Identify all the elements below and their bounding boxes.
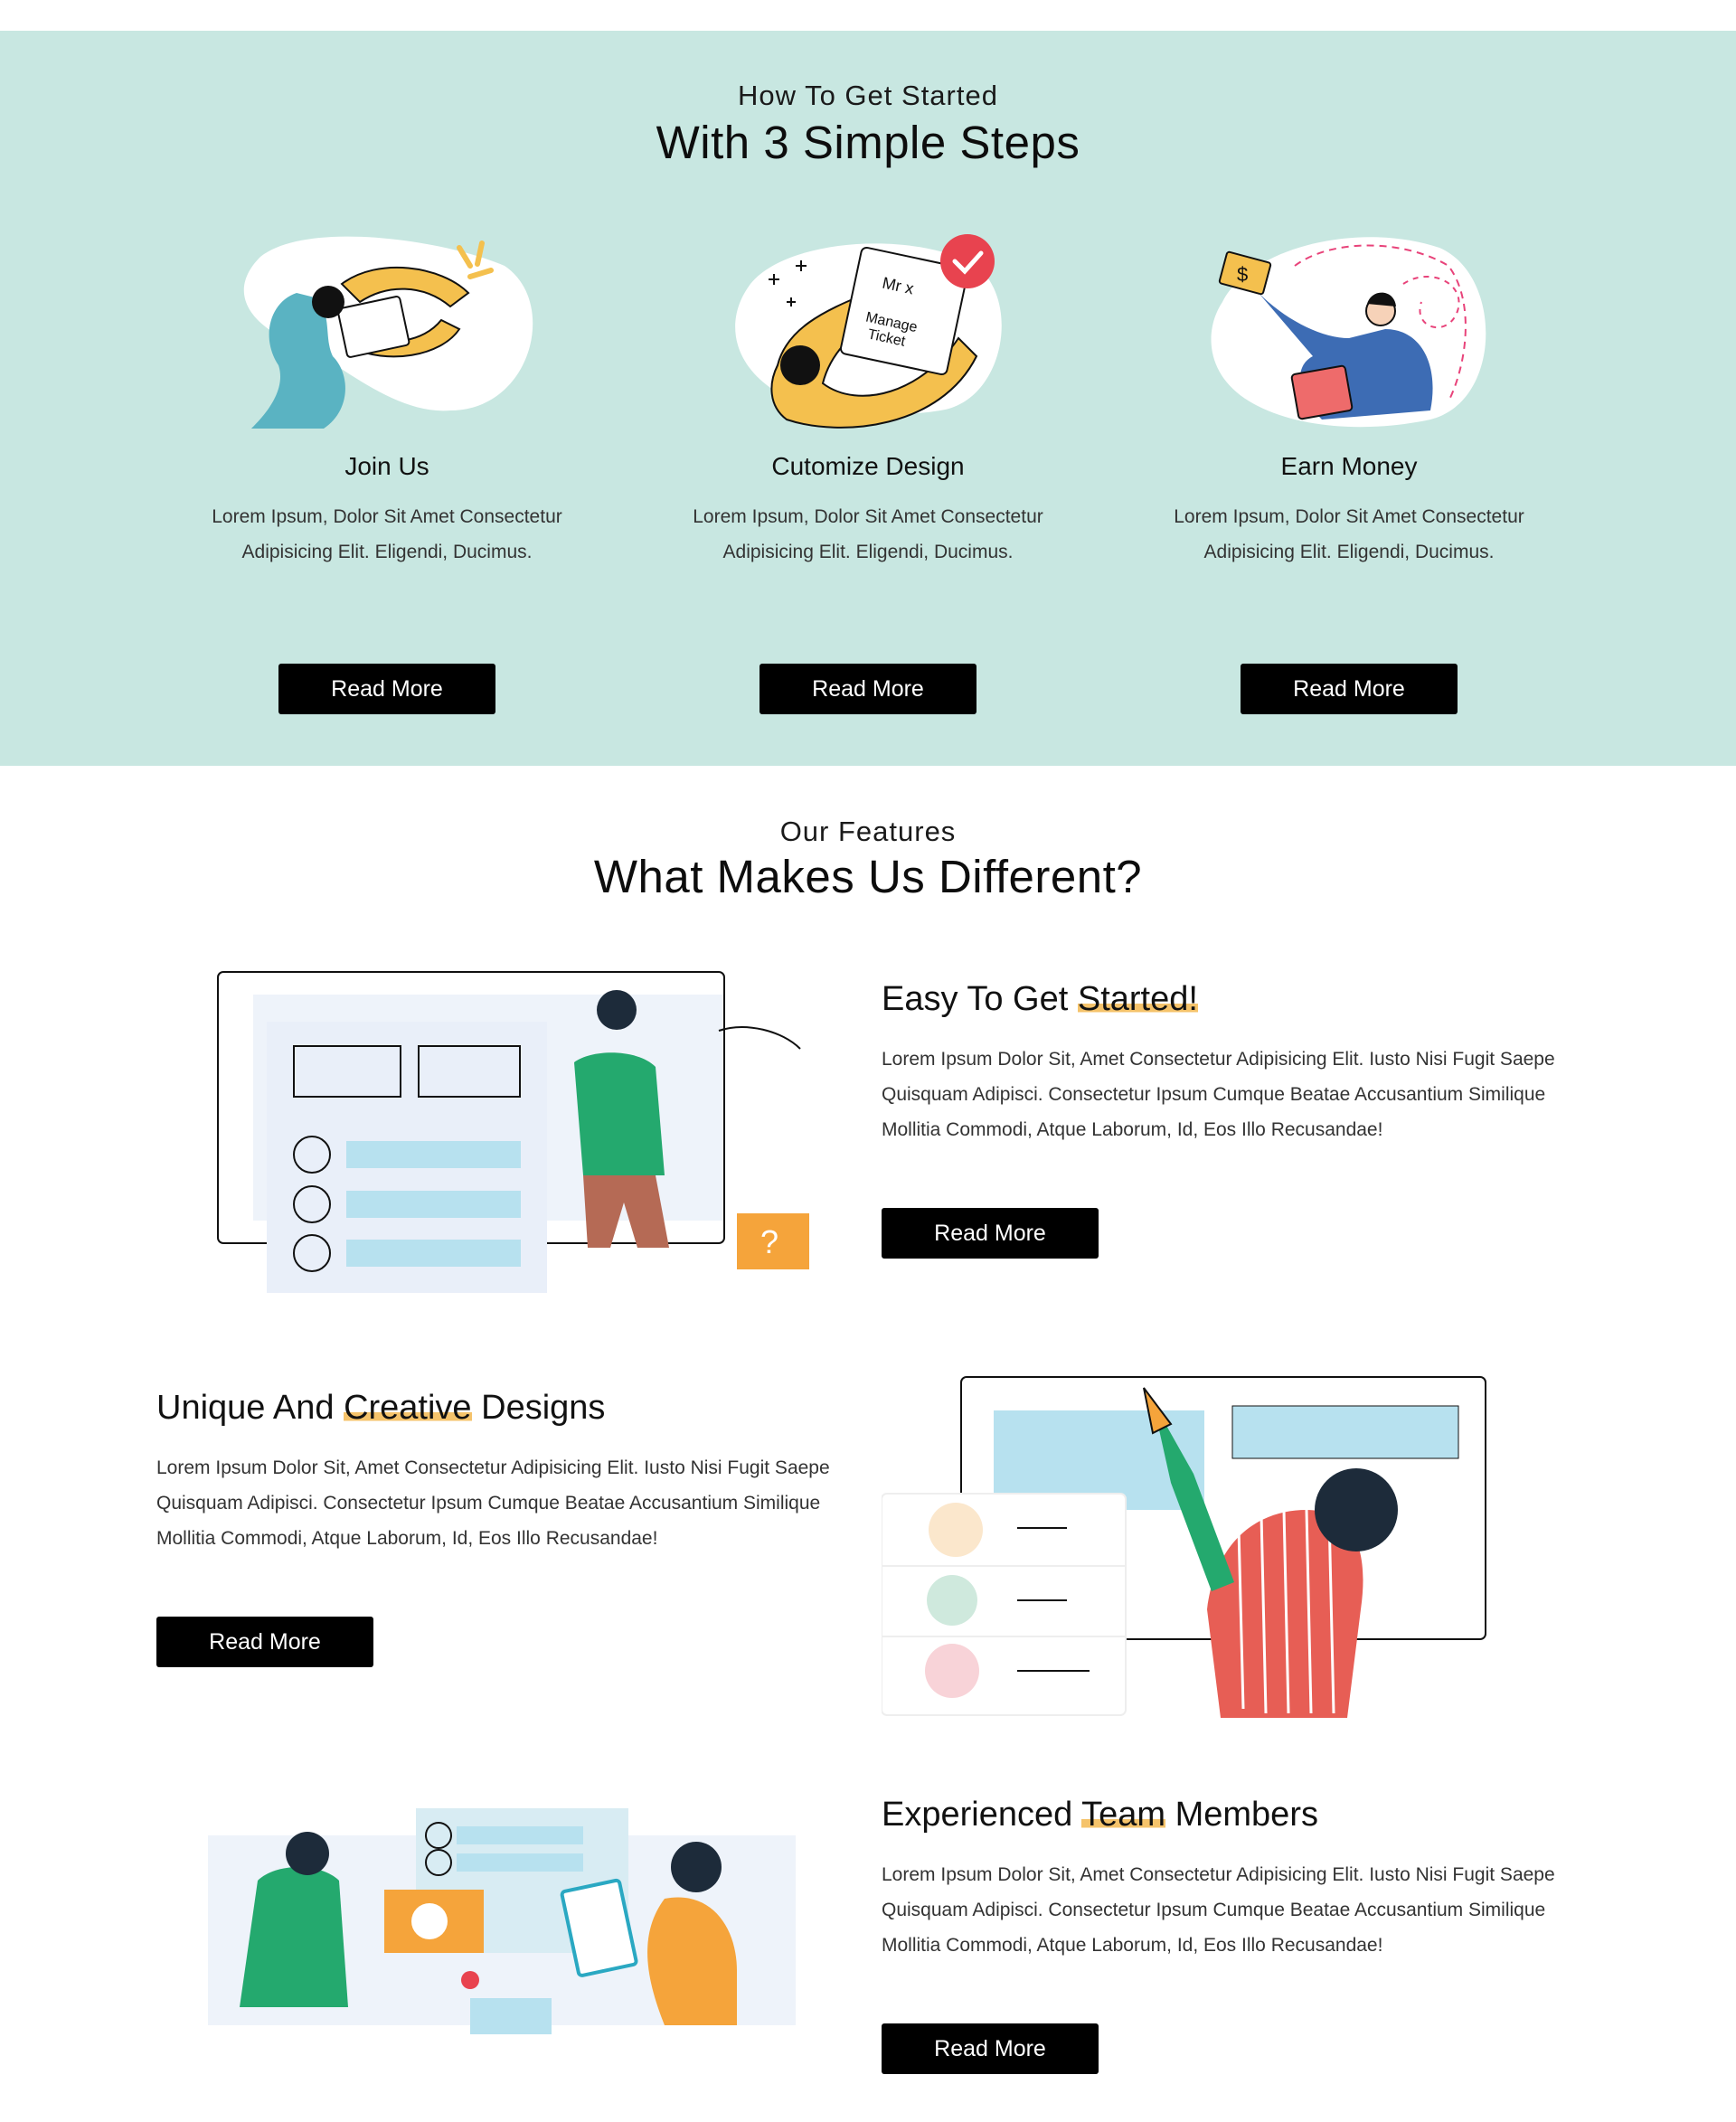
ticket-illustration-icon: Mr x Manage Ticket <box>735 234 1002 429</box>
steps-section: How To Get Started With 3 Simple Steps J… <box>0 31 1736 766</box>
earn-read-more-button[interactable]: Read More <box>1241 664 1458 714</box>
step-card-customize: Mr x Manage Ticket Cutomize Design Lorem… <box>669 230 1067 718</box>
team-read-more-button[interactable]: Read More <box>882 2023 1099 2074</box>
join-read-more-button[interactable]: Read More <box>278 664 495 714</box>
easy-start-illustration-icon: ? <box>217 971 809 1293</box>
feature-title-creative: Unique And Creative Designs <box>156 1389 606 1427</box>
step-card-join: Join Us Lorem Ipsum, Dolor Sit Amet Cons… <box>188 230 586 718</box>
easy-read-more-button[interactable]: Read More <box>882 1208 1099 1259</box>
team-members-illustration-icon <box>208 1808 796 2034</box>
step-title: Earn Money <box>1280 452 1418 480</box>
feature-text-team: Lorem Ipsum Dolor Sit, Amet Consectetur … <box>882 1864 1555 1956</box>
step-title: Cutomize Design <box>771 452 965 480</box>
join-illustration-icon <box>243 236 533 429</box>
step-text: Lorem Ipsum, Dolor Sit Amet Consectetur … <box>1174 506 1524 562</box>
features-kicker: Our Features <box>779 816 957 847</box>
dollar-symbol: $ <box>1237 263 1248 286</box>
step-title: Join Us <box>344 452 429 480</box>
features-heading: What Makes Us Different? <box>593 851 1143 902</box>
customize-read-more-button[interactable]: Read More <box>760 664 976 714</box>
creative-read-more-button[interactable]: Read More <box>156 1617 373 1667</box>
step-text: Lorem Ipsum, Dolor Sit Amet Consectetur … <box>212 506 562 562</box>
steps-kicker: How To Get Started <box>738 80 998 111</box>
step-text: Lorem Ipsum, Dolor Sit Amet Consectetur … <box>693 506 1043 562</box>
feature-text-easy: Lorem Ipsum Dolor Sit, Amet Consectetur … <box>882 1049 1555 1140</box>
feature-text-creative: Lorem Ipsum Dolor Sit, Amet Consectetur … <box>156 1457 830 1549</box>
steps-heading: With 3 Simple Steps <box>656 117 1080 168</box>
feature-title-team: Experienced Team Members <box>882 1796 1318 1834</box>
money-illustration-icon: $ <box>1211 237 1486 428</box>
creative-designs-illustration-icon <box>882 1376 1486 1718</box>
feature-title-easy: Easy To Get Started! <box>882 980 1198 1018</box>
question-mark-badge: ? <box>760 1223 778 1260</box>
step-card-earn: $ Earn Money Lorem Ipsum, Dolor Sit Amet… <box>1150 230 1548 718</box>
